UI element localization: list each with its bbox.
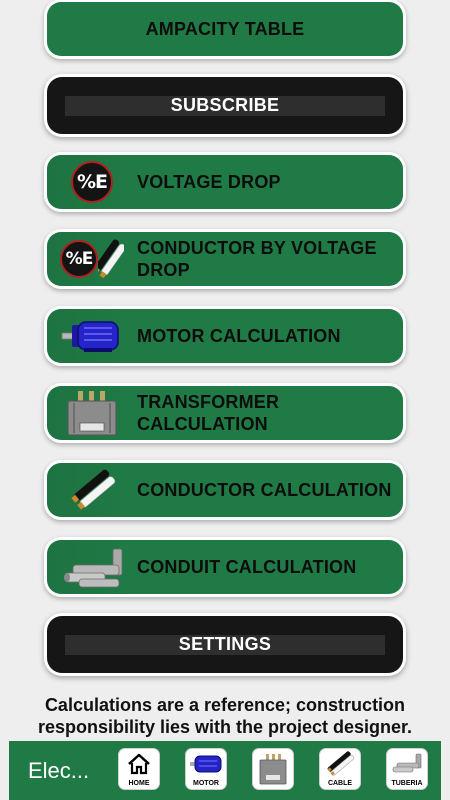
motor-calculation-button[interactable]: MOTOR CALCULATION: [47, 309, 403, 363]
conductor-icon-box: [47, 463, 137, 517]
conductor-by-vd-line1: CONDUCTOR BY VOLTAGE: [137, 238, 377, 258]
conduit-icon: [392, 753, 422, 773]
transformer-calculation-label: TRANSFORMER CALCULATION: [137, 391, 279, 435]
motor-calculation-label: MOTOR CALCULATION: [137, 326, 341, 346]
transformer-line1: TRANSFORMER: [137, 392, 280, 412]
cable-icon: [71, 469, 116, 510]
nav-motor-button[interactable]: MOTOR: [186, 749, 226, 789]
subscribe-inner: SUBSCRIBE: [65, 95, 385, 116]
nav-motor-label: MOTOR: [193, 780, 219, 787]
conduit-icon: [64, 548, 123, 588]
conductor-calculation-button[interactable]: CONDUCTOR CALCULATION: [47, 463, 403, 517]
conduit-calculation-label: CONDUIT CALCULATION: [137, 557, 357, 577]
subscribe-label: SUBSCRIBE: [170, 95, 280, 115]
conductor-by-vd-icon-box: %E: [47, 232, 137, 286]
percent-e-icon: %E: [71, 161, 113, 203]
ampacity-table-label: AMPACITY TABLE: [145, 19, 305, 39]
conductor-by-vd-line2: DROP: [137, 260, 190, 280]
conductor-by-voltage-drop-button[interactable]: %E CONDUCTOR BY VOLTAGE DROP: [47, 232, 403, 286]
voltage-drop-label: VOLTAGE DROP: [137, 172, 281, 192]
conduit-calculation-button[interactable]: CONDUIT CALCULATION: [47, 540, 403, 594]
conduit-icon-box: [47, 540, 137, 594]
nav-conduit-label: TUBERIA: [391, 780, 423, 787]
voltage-drop-button[interactable]: %E VOLTAGE DROP: [47, 155, 403, 209]
conductor-by-vd-label: CONDUCTOR BY VOLTAGE DROP: [137, 237, 377, 281]
app-title: Elec...: [28, 757, 90, 783]
disclaimer-line1: Calculations are a reference; constructi…: [44, 695, 406, 715]
motor-icon-box: [47, 309, 137, 363]
settings-inner: SETTINGS: [65, 634, 385, 655]
conductor-calculation-label: CONDUCTOR CALCULATION: [137, 480, 392, 500]
subscribe-button[interactable]: SUBSCRIBE: [47, 77, 403, 134]
nav-home-button[interactable]: HOME: [119, 749, 159, 789]
cable-icon: [327, 751, 355, 776]
nav-cable-label: CABLE: [327, 780, 353, 787]
settings-button[interactable]: SETTINGS: [47, 616, 403, 673]
motor-icon: [61, 321, 119, 352]
home-icon: [128, 753, 150, 775]
voltage-drop-icon-box: %E: [47, 155, 137, 209]
nav-transformer-button[interactable]: [253, 749, 293, 789]
disclaimer-text: Calculations are a reference; constructi…: [0, 694, 450, 738]
cable-icon: [98, 239, 124, 279]
settings-label: SETTINGS: [178, 634, 272, 654]
nav-cable-button[interactable]: CABLE: [320, 749, 360, 789]
transformer-icon: [67, 391, 117, 436]
nav-home-label: HOME: [128, 780, 150, 787]
nav-conduit-button[interactable]: TUBERIA: [387, 749, 427, 789]
percent-e-icon: %E: [60, 240, 98, 278]
transformer-calculation-button[interactable]: TRANSFORMER CALCULATION: [47, 386, 403, 440]
transformer-line2: CALCULATION: [137, 414, 268, 434]
disclaimer-line2: responsibility lies with the project des…: [37, 717, 413, 737]
motor-icon: [190, 755, 222, 773]
transformer-icon: [259, 754, 287, 785]
transformer-icon-box: [47, 386, 137, 440]
bottom-navigation-bar: Elec... HOME MOTOR CABLE TUBERIA: [9, 741, 441, 800]
ampacity-table-button[interactable]: AMPACITY TABLE: [47, 2, 403, 56]
